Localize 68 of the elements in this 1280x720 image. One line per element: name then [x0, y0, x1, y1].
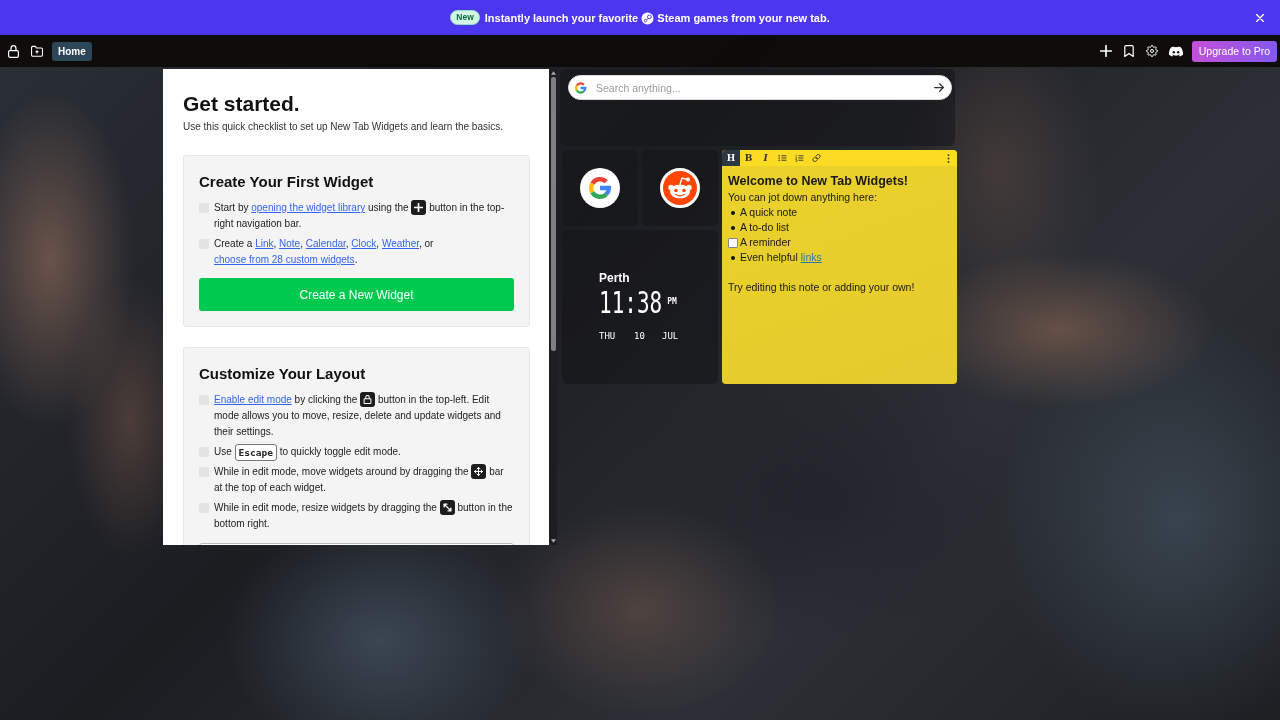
note-list-item: A to-do list [740, 220, 790, 235]
move-arrows-icon [471, 464, 487, 480]
bullet-list-icon [778, 154, 787, 162]
clock-weekday: THU [599, 331, 617, 342]
checkbox[interactable] [728, 237, 738, 248]
g-logo-icon [580, 168, 620, 208]
shortcut-tile[interactable] [642, 150, 718, 226]
note-text: You can jot down anything here: [728, 190, 879, 205]
link[interactable]: choose from 28 custom widgets [214, 254, 355, 265]
link[interactable]: opening the widget library [251, 202, 366, 213]
clock-day: 10 [634, 331, 662, 342]
scroll-down-arrow-icon[interactable] [550, 539, 556, 543]
note-list-item: A reminder [740, 235, 791, 250]
link[interactable]: Calendar [305, 238, 346, 249]
search-field[interactable]: Search anything... [568, 75, 952, 100]
clock-city: Perth [599, 270, 631, 286]
checklist-item-text: Start by opening the widget library using the button in the top-right navigation bar. [214, 200, 506, 231]
bookmark-icon[interactable] [1122, 45, 1135, 57]
numbered-list-icon [795, 154, 804, 162]
controller-face-icon[interactable] [1168, 45, 1183, 57]
scrollbar[interactable] [549, 69, 557, 545]
link[interactable]: Weather [381, 238, 419, 249]
folder-plus-icon[interactable] [31, 45, 43, 57]
scroll-up-arrow-icon[interactable] [550, 71, 556, 75]
chain-link-icon [812, 154, 821, 162]
more-vertical-icon[interactable] [947, 153, 950, 163]
note-list-item: A quick note [740, 205, 798, 220]
banner-message: Instantly launch your favorite Steam games from your new tab. [484, 10, 830, 26]
checklist-title: Get started. [183, 91, 301, 116]
upgrade-button[interactable]: Upgrade to Pro [1191, 40, 1277, 62]
scrollbar-thumb[interactable] [550, 77, 556, 351]
checklist-subtitle: Use this quick checklist to set up New Tab Widgets and learn the basics. [183, 120, 504, 134]
bullet-icon [731, 210, 735, 215]
checklist-item-text: While in edit mode, resize widgets by dragging the button in the bottom right. [214, 500, 514, 531]
arrow-right-icon[interactable] [934, 83, 944, 92]
clock-month: JUL [662, 331, 680, 342]
section-heading: Create Your First Widget [199, 172, 375, 192]
section-heading: Customize Your Layout [199, 364, 367, 384]
note-text: Try editing this note or adding your own! [728, 280, 916, 295]
settings-icon[interactable] [1145, 45, 1158, 57]
lock-icon [360, 392, 376, 408]
checklist-item-text: Create a Link, Note, Calendar, Clock, Weather, or choose from 28 custom widgets. [214, 237, 435, 267]
keyboard-key: Escape [234, 443, 277, 461]
link[interactable]: Link [255, 238, 274, 249]
checklist-item-text: Use Escape to quickly toggle edit mode. [214, 444, 514, 460]
lock-icon[interactable] [8, 44, 19, 58]
note-list-item: Even helpful links [740, 250, 822, 265]
bullet-icon [731, 255, 735, 260]
shortcut-tile[interactable] [562, 150, 638, 226]
steam-logo-icon [641, 11, 655, 25]
nav-tab[interactable]: Home [52, 41, 92, 61]
italic-button[interactable]: I [757, 150, 774, 166]
g-logo-icon [575, 81, 587, 94]
checklist-item-text: While in edit mode, move widgets around by dragging the bar at the top of each widget. [214, 464, 505, 495]
bold-button[interactable]: B [740, 150, 757, 166]
new-badge: New [450, 10, 480, 25]
plus-icon[interactable] [1099, 45, 1112, 57]
close-icon[interactable] [1256, 13, 1264, 22]
checklist-item-text: Enable edit mode by clicking the button in the top-left. Edit mode allows you to move, resize, delete and update widgets and their settings. [214, 392, 502, 439]
link[interactable]: Enable edit mode [214, 394, 292, 405]
clock-time: 11:38 [599, 288, 663, 319]
note-heading: Welcome to New Tab Widgets! [728, 173, 909, 190]
plus-icon [411, 200, 427, 216]
clock-period: PM [667, 297, 677, 307]
bullet-icon [731, 225, 735, 230]
link[interactable]: links [800, 251, 822, 263]
alien-logo-icon [660, 168, 700, 208]
heading-button[interactable]: H [722, 150, 740, 166]
